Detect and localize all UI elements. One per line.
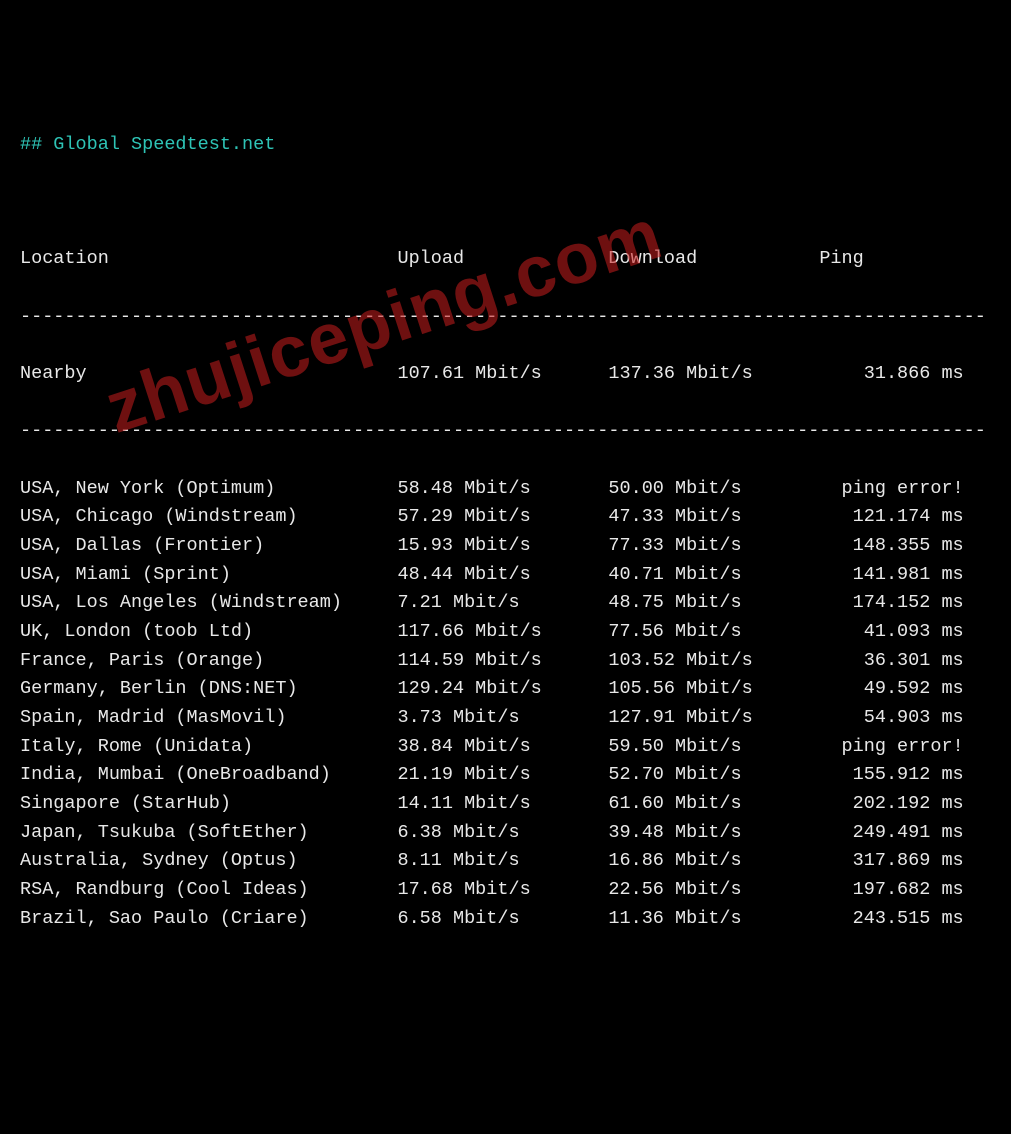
table-row: Japan, Tsukuba (SoftEther) 6.38 Mbit/s 3… xyxy=(20,819,991,848)
table-row: Brazil, Sao Paulo (Criare) 6.58 Mbit/s 1… xyxy=(20,905,991,934)
table-row: RSA, Randburg (Cool Ideas) 17.68 Mbit/s … xyxy=(20,876,991,905)
table-row: USA, Chicago (Windstream) 57.29 Mbit/s 4… xyxy=(20,503,991,532)
nearby-row: Nearby 107.61 Mbit/s 137.36 Mbit/s 31.86… xyxy=(20,360,991,389)
table-row: USA, Miami (Sprint) 48.44 Mbit/s 40.71 M… xyxy=(20,561,991,590)
blank-line xyxy=(20,188,991,217)
table-row: Spain, Madrid (MasMovil) 3.73 Mbit/s 127… xyxy=(20,704,991,733)
section-title: ## Global Speedtest.net xyxy=(20,134,275,155)
table-row: India, Mumbai (OneBroadband) 21.19 Mbit/… xyxy=(20,761,991,790)
table-row: Germany, Berlin (DNS:NET) 129.24 Mbit/s … xyxy=(20,675,991,704)
speedtest-rows: USA, New York (Optimum) 58.48 Mbit/s 50.… xyxy=(20,475,991,934)
table-row: Italy, Rome (Unidata) 38.84 Mbit/s 59.50… xyxy=(20,733,991,762)
table-header: Location Upload Download Ping xyxy=(20,245,991,274)
divider: ----------------------------------------… xyxy=(20,417,991,446)
table-row: Singapore (StarHub) 14.11 Mbit/s 61.60 M… xyxy=(20,790,991,819)
table-row: UK, London (toob Ltd) 117.66 Mbit/s 77.5… xyxy=(20,618,991,647)
table-row: Australia, Sydney (Optus) 8.11 Mbit/s 16… xyxy=(20,847,991,876)
table-row: USA, Dallas (Frontier) 15.93 Mbit/s 77.3… xyxy=(20,532,991,561)
table-row: France, Paris (Orange) 114.59 Mbit/s 103… xyxy=(20,647,991,676)
table-row: USA, Los Angeles (Windstream) 7.21 Mbit/… xyxy=(20,589,991,618)
divider: ----------------------------------------… xyxy=(20,303,991,332)
table-row: USA, New York (Optimum) 58.48 Mbit/s 50.… xyxy=(20,475,991,504)
